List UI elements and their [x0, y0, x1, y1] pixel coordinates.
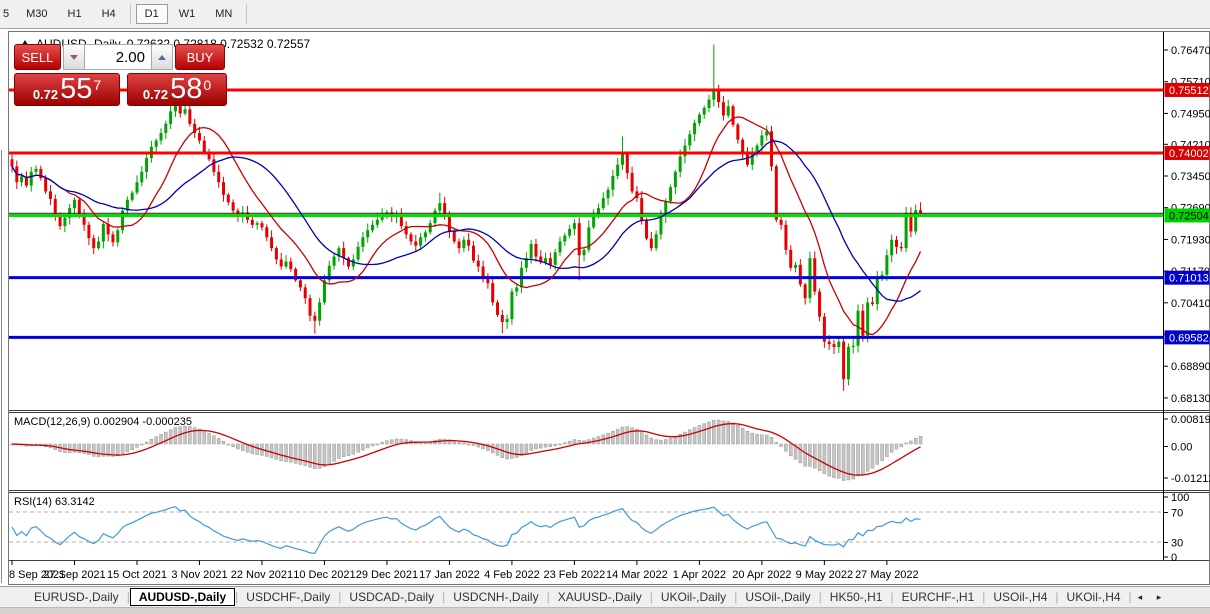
timeframe-toolbar: 5 M30 H1 H4 D1 W1 MN: [0, 0, 1210, 29]
price-level-badge-text: 0.74002: [1169, 148, 1209, 160]
buy-button[interactable]: BUY: [175, 44, 225, 70]
rsi-value: 63.3142: [54, 496, 95, 508]
sell-price-prefix: 0.72: [32, 86, 59, 102]
timeframe-button-d1[interactable]: D1: [135, 4, 168, 24]
price-level-badge-text: 0.69582: [1169, 332, 1209, 344]
date-tick-label: 10 Dec 2021: [293, 569, 355, 581]
chart-tab-xauusd-daily[interactable]: XAUUSD-,Daily: [550, 588, 650, 606]
date-tick-label: 4 Feb 2022: [484, 569, 540, 581]
arrow-up-icon: [158, 54, 166, 60]
arrow-down-icon: [70, 54, 78, 60]
chart-tab-eurusd-daily[interactable]: EURUSD-,Daily: [26, 588, 127, 606]
chart-tab-eurchf-h1[interactable]: EURCHF-,H1: [894, 588, 983, 606]
chart-tab-usoil-h4[interactable]: USOil-,H4: [985, 588, 1055, 606]
price-tick-label: 0.70410: [1171, 298, 1210, 310]
volume-decrease-button[interactable]: [63, 44, 85, 70]
date-tick-label: 14 Mar 2022: [606, 569, 668, 581]
macd-name: MACD(12,26,9): [14, 416, 91, 428]
buy-price-box[interactable]: 0.72 58 0: [127, 73, 227, 106]
price-tick-label: 0.73450: [1171, 171, 1210, 183]
timeframe-button-mn[interactable]: MN: [206, 4, 241, 24]
sell-price-box[interactable]: 0.72 55 7: [14, 73, 120, 106]
timeframe-button-h4[interactable]: H4: [93, 4, 125, 24]
macd-indicator-label: MACD(12,26,9) 0.002904 -0.000235: [14, 416, 192, 428]
price-tick-label: 0.68890: [1171, 361, 1210, 373]
macd-values: 0.002904 -0.000235: [93, 416, 192, 428]
chart-tab-bar: EURUSD-,Daily | AUDUSD-,Daily | USDCHF-,Dail…: [0, 586, 1210, 607]
volume-input[interactable]: [85, 44, 151, 70]
chart-tab-usdcnh-daily[interactable]: USDCNH-,Daily: [445, 588, 546, 606]
date-tick-label: 1 Apr 2022: [673, 569, 726, 581]
date-tick-label: 23 Feb 2022: [544, 569, 606, 581]
price-tick-label: 0.68130: [1171, 393, 1210, 405]
mt4-window: 0.764700.757100.749500.742100.734500.726…: [0, 0, 1210, 614]
toolbar-separator: [246, 4, 248, 24]
macd-tick-label: 0.00: [1171, 442, 1192, 454]
date-tick-label: 27 May 2022: [855, 569, 919, 581]
date-tick-label: 9 May 2022: [796, 569, 853, 581]
date-tick-label: 20 Apr 2022: [732, 569, 791, 581]
tab-scroll-arrows[interactable]: ◂ ▸: [1132, 592, 1174, 603]
macd-tick-label: -0.012121: [1171, 473, 1210, 485]
sell-price-pip: 7: [93, 76, 102, 93]
buy-price-big: 58: [170, 73, 203, 105]
chart-tab-audusd-daily[interactable]: AUDUSD-,Daily: [129, 588, 236, 606]
timeframe-button-m30[interactable]: M30: [17, 4, 56, 24]
chart-tab-usdchf-daily[interactable]: USDCHF-,Daily: [238, 588, 338, 606]
sell-button[interactable]: SELL: [14, 44, 61, 70]
chart-tab-ukoil-h4[interactable]: UKOil-,H4: [1059, 588, 1129, 606]
buy-price-prefix: 0.72: [142, 86, 169, 102]
rsi-tick-label: 70: [1171, 508, 1183, 520]
bottom-strip: [0, 607, 1210, 614]
date-tick-label: 22 Nov 2021: [231, 569, 293, 581]
price-level-badge-text: 0.75512: [1169, 85, 1209, 97]
buy-price-pip: 0: [203, 76, 212, 93]
date-tick-label: 29 Dec 2021: [356, 569, 418, 581]
price-tick-label: 0.76470: [1171, 45, 1210, 57]
rsi-name: RSI(14): [14, 496, 52, 508]
chart-tab-usoil-daily[interactable]: USOil-,Daily: [737, 588, 818, 606]
timeframe-button-5[interactable]: 5: [1, 4, 15, 24]
rsi-indicator-label: RSI(14) 63.3142: [14, 496, 95, 508]
rsi-tick-label: 30: [1171, 538, 1183, 550]
rsi-tick-label: 0: [1171, 552, 1177, 564]
rsi-tick-label: 100: [1171, 492, 1189, 504]
volume-increase-button[interactable]: [151, 44, 173, 70]
price-tick-label: 0.71930: [1171, 234, 1210, 246]
timeframe-button-w1[interactable]: W1: [170, 4, 205, 24]
timeframe-button-h1[interactable]: H1: [59, 4, 91, 24]
price-level-badge-text: 0.72504: [1169, 210, 1209, 222]
date-tick-label: 15 Oct 2021: [107, 569, 167, 581]
sell-price-big: 55: [60, 73, 93, 105]
chart-tab-ukoil-daily[interactable]: UKOil-,Daily: [653, 588, 734, 606]
price-level-badge-text: 0.71013: [1169, 273, 1209, 285]
macd-tick-label: 0.008197: [1171, 414, 1210, 426]
date-tick-label: 17 Jan 2022: [419, 569, 480, 581]
price-tick-label: 0.74950: [1171, 108, 1210, 120]
one-click-trade-panel: SELL BUY 0.72 55 7 0.72 58 0: [14, 44, 227, 106]
date-tick-label: 27 Sep 2021: [43, 569, 105, 581]
toolbar-separator: [129, 4, 131, 24]
date-tick-label: 3 Nov 2021: [171, 569, 227, 581]
chart-tab-usdcad-daily[interactable]: USDCAD-,Daily: [341, 588, 442, 606]
chart-tab-hk50-h1[interactable]: HK50-,H1: [822, 588, 891, 606]
